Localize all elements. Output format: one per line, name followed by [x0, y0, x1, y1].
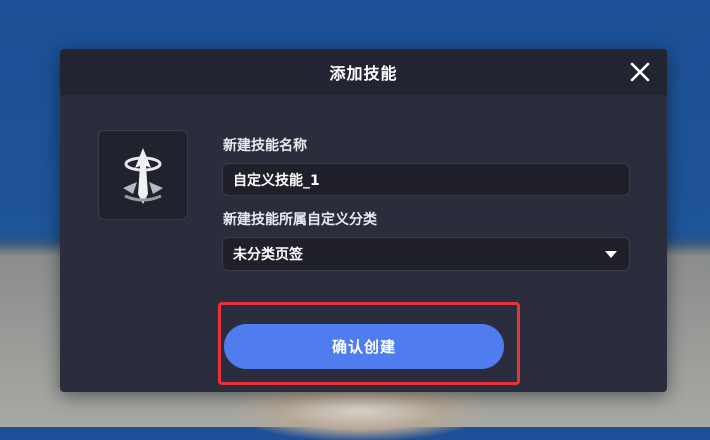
- chevron-down-icon: [605, 251, 617, 258]
- skill-category-label: 新建技能所属自定义分类: [223, 212, 377, 228]
- skill-name-input[interactable]: 自定义技能_1: [222, 163, 630, 196]
- skill-category-select[interactable]: 未分类页签: [222, 237, 630, 271]
- skill-icon-preview[interactable]: [98, 130, 188, 220]
- close-icon[interactable]: [629, 61, 651, 83]
- confirm-create-button[interactable]: 确认创建: [224, 324, 504, 369]
- skill-emblem-icon: [123, 148, 163, 204]
- add-skill-dialog: 添加技能 新建技能名称 自定义技能_1 新建技能所属自定义分类 未分类页签 确认…: [60, 49, 667, 392]
- dialog-title: 添加技能: [329, 64, 398, 83]
- skill-category-value: 未分类页签: [233, 247, 303, 263]
- skill-name-label: 新建技能名称: [223, 138, 307, 154]
- dialog-header: 添加技能: [60, 49, 667, 95]
